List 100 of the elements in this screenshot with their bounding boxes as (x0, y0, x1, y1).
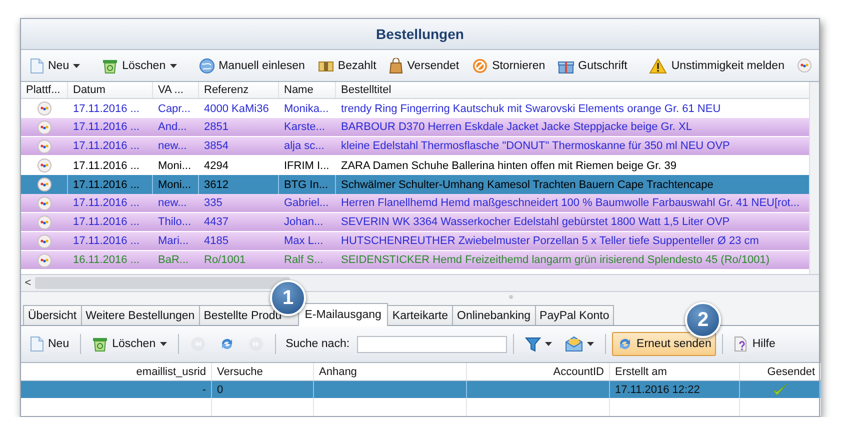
toolbar-button[interactable]: Unstimmigkeit melden (644, 54, 790, 78)
table-cell: Moni... (158, 178, 192, 190)
table-cell: Ralf S... (284, 254, 324, 266)
banknote-icon (318, 58, 334, 72)
column-header[interactable]: Plattf... (21, 82, 68, 98)
vertical-scrollbar[interactable] (809, 82, 819, 274)
table-cell: 2851 (204, 121, 228, 133)
table-cell: 3612 (204, 178, 228, 190)
search-field[interactable] (356, 336, 507, 352)
trash-icon (92, 336, 108, 352)
bag-icon (389, 58, 404, 74)
platform-icon (36, 138, 52, 154)
toolbar-button[interactable]: Manuell einlesen (194, 54, 310, 78)
column-header[interactable]: Referenz (199, 82, 279, 98)
table-cell: 17.11.2016 ... (73, 160, 140, 172)
caret-icon (73, 64, 80, 68)
order-row[interactable]: 17.11.2016 ... Mari... 4185 Max L... HUTSCHENREUTHER Zwiebelmuster Porzellan 5 x Teller tiefe Suppenteller Ø 23 cm (21, 232, 809, 251)
order-row[interactable]: 17.11.2016 ... new... 3854 alja sc... kleine Edelstahl Thermosflasche "DONUT" Thermoskanne für 350 ml NEU OVP (21, 137, 809, 156)
order-row[interactable]: 17.11.2016 ... Capr... 4000 KaMi36 Monika... trendy Ring Fingerring Kautschuk mit Swarovski Elements orange Gr. 61 NEU (21, 99, 809, 118)
platform-icon (797, 58, 812, 73)
warning-icon (649, 58, 668, 74)
globe-icon (198, 58, 215, 74)
table-cell: HUTSCHENREUTHER Zwiebelmuster Porzellan 5 x Teller tiefe Suppenteller Ø 23 cm (341, 235, 759, 247)
scrollbar-thumb[interactable] (35, 277, 290, 289)
table-cell: - (202, 384, 206, 396)
table-cell: 4437 (204, 216, 228, 228)
table-cell: SEVERIN WK 3364 Wasserkocher Edelstahl gebürstet 1800 Watt 1,5 Liter OVP (341, 216, 730, 228)
tab[interactable]: E-Mailausgang (298, 303, 388, 326)
table-cell: BTG In... (284, 178, 328, 190)
tab[interactable]: PayPal Konto (534, 305, 614, 325)
column-header[interactable]: Gesendet (767, 366, 815, 378)
order-row[interactable]: 17.11.2016 ... Thilo... 4437 Johan... SEVERIN WK 3364 Wasserkocher Edelstahl gebürstet 1800 Watt 1,5 Liter OVP (21, 213, 809, 232)
scroll-left-arrow[interactable]: < (21, 277, 35, 289)
column-header[interactable]: emaillist_usrid (136, 366, 206, 378)
table-cell: 4185 (204, 235, 228, 247)
table-cell: And... (158, 121, 187, 133)
table-cell: IFRIM I... (284, 160, 330, 172)
tab[interactable]: Weitere Bestellungen (80, 305, 200, 325)
platform-icon (36, 158, 52, 173)
table-cell: 17.11.2016 ... (73, 197, 140, 209)
order-row[interactable]: 17.11.2016 ... new... 335 Gabriel... Herren Flanellhemd Hemd maßgeschneidert 100 % Baumwolle Farbauswahl Gr. 41 NEU[rot... (21, 194, 809, 213)
table-cell: Karste... (284, 121, 325, 133)
platform-icon (36, 214, 52, 230)
caret-icon (544, 342, 552, 346)
toolbar-button[interactable]: Stornieren (467, 54, 550, 78)
table-cell: Moni... (158, 160, 192, 172)
table-cell: Monika... (284, 102, 329, 114)
platform-icon (36, 252, 52, 268)
table-cell: 17.11.2016 ... (73, 140, 140, 152)
table-cell: Mari... (158, 235, 189, 247)
table-cell: Johan... (284, 216, 324, 228)
table-cell: SEIDENSTICKER Hemd Freizeithemd langarm grün irisierend Splendesto 45 (Ro/1001) (341, 254, 770, 266)
table-cell: new... (158, 197, 187, 209)
table-cell: ZARA Damen Schuhe Ballerina hinten offen mit Riemen beige Gr. 39 (341, 160, 676, 172)
toolbar-button[interactable]: Neu (25, 54, 86, 78)
filter-icon (524, 336, 541, 352)
table-cell: 0 (217, 384, 224, 396)
table-cell: Thilo... (158, 216, 192, 228)
table-cell: 17.11.2016 ... (73, 178, 140, 190)
order-row[interactable]: 17.11.2016 ... Moni... 4294 IFRIM I... ZARA Damen Schuhe Ballerina hinten offen mit Riemen beige Gr. 39 (21, 156, 809, 175)
toolbar-button[interactable]: Erneut senden (612, 332, 716, 356)
tab[interactable]: Übersicht (23, 305, 82, 325)
table-cell: BARBOUR D370 Herren Eskdale Jacket Jacke Steppjacke beige Gr. XL (341, 121, 692, 133)
platform-icon (36, 101, 52, 116)
help-icon (734, 336, 748, 352)
platform-icon (36, 177, 52, 192)
table-cell: new... (158, 140, 187, 152)
forbidden-icon (472, 58, 488, 74)
column-header[interactable]: Datum (68, 82, 153, 98)
table-cell: 335 (204, 197, 222, 209)
toolbar-button[interactable]: Hilfe (729, 332, 780, 356)
column-header[interactable]: Anhang (319, 366, 357, 378)
toolbar-button[interactable]: Gutschrift (553, 54, 632, 78)
tab[interactable]: Karteikarte (387, 305, 454, 325)
column-header[interactable]: Name (279, 82, 336, 98)
table-cell: Schwälmer Schulter-Umhang Kamesol Trachten Bauern Cape Trachtencape (341, 178, 714, 190)
table-cell: Herren Flanellhemd Hemd maßgeschneidert 100 % Baumwolle Farbauswahl Gr. 41 NEU[rot... (341, 197, 800, 209)
column-header[interactable]: Versuche (217, 366, 263, 378)
document-icon (30, 336, 44, 352)
toolbar-button[interactable]: Löschen (97, 54, 182, 78)
toolbar-button[interactable]: Bezahlt (312, 54, 382, 78)
table-cell: 17.11.2016 ... (73, 235, 140, 247)
toolbar-button[interactable]: Löschen (87, 332, 172, 356)
column-header[interactable]: AccountID (553, 366, 604, 378)
table-cell: 4294 (204, 160, 228, 172)
column-header[interactable]: VA ... (153, 82, 199, 98)
table-cell: 17.11.2016 ... (73, 102, 140, 114)
table-cell: Gabriel... (284, 197, 329, 209)
order-row[interactable]: 17.11.2016 ... Moni... 3612 BTG In... Schwälmer Schulter-Umhang Kamesol Trachten Bauern Cape Trachtencape (21, 175, 809, 194)
caret-icon (160, 342, 167, 346)
window-title: Bestellungen (376, 26, 464, 42)
table-cell: alja sc... (284, 140, 324, 152)
toolbar-button[interactable]: Neu (25, 332, 74, 356)
mail-row[interactable]: - 0 17.11.2016 12:22 (21, 381, 819, 398)
order-row[interactable]: 17.11.2016 ... And... 2851 Karste... BARBOUR D370 Herren Eskdale Jacket Jacke Steppjacke beige Gr. XL (21, 118, 809, 137)
tab[interactable]: Onlinebanking (452, 305, 536, 325)
toolbar-button[interactable]: Versendet (384, 54, 464, 78)
table-cell: trendy Ring Fingerring Kautschuk mit Swarovski Elements orange Gr. 61 NEU (341, 102, 721, 114)
caret-icon (170, 64, 177, 68)
column-header[interactable]: Erstellt am (615, 366, 667, 378)
